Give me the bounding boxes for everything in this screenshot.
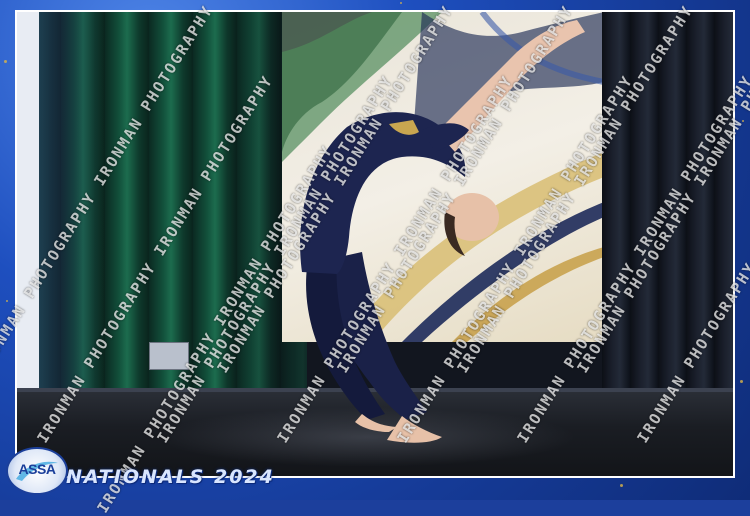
- event-title: NATIONALS 2024: [66, 466, 275, 488]
- performance-photo: [15, 10, 735, 478]
- gold-speck: [400, 2, 402, 4]
- gold-speck: [742, 120, 744, 122]
- assa-logo: ASSA: [6, 447, 68, 495]
- gold-speck: [740, 380, 743, 383]
- gold-speck: [4, 60, 7, 63]
- gold-speck: [6, 300, 8, 302]
- gold-speck: [620, 484, 623, 487]
- logo-text: ASSA: [18, 461, 56, 477]
- backbend-gymnast: [300, 20, 585, 443]
